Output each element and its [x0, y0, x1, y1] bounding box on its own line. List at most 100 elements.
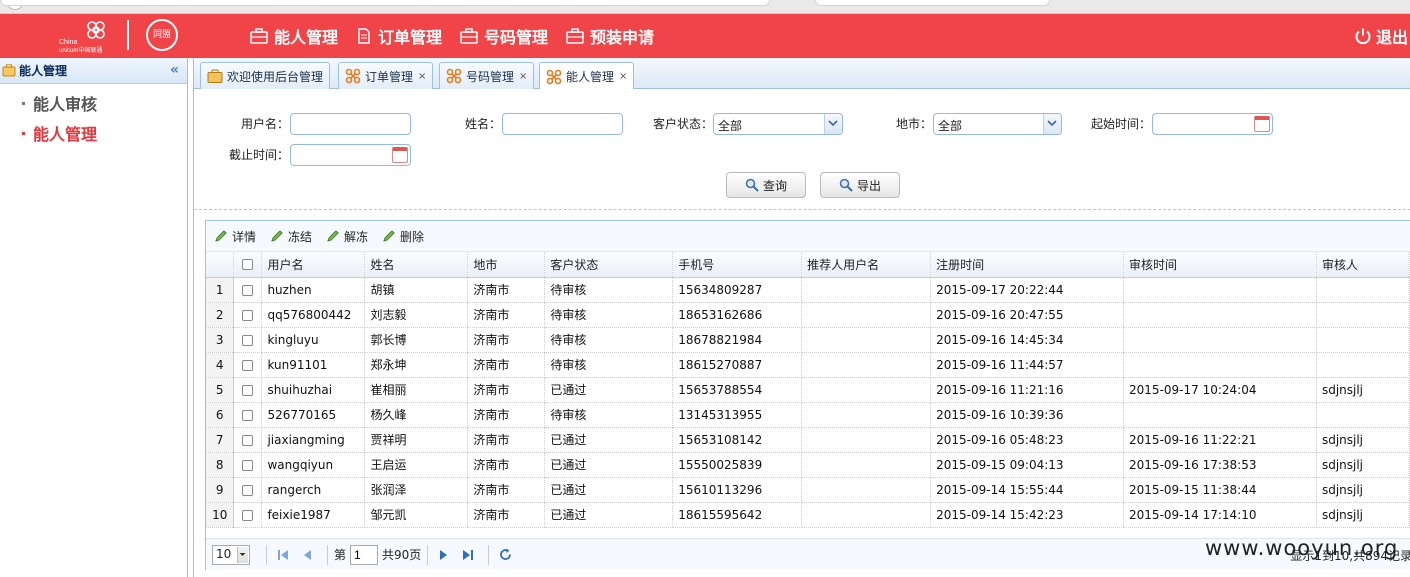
address-bar[interactable]	[0, 0, 770, 6]
table-row[interactable]: 5 shuihuzhai 崔相丽 济南市 已通过 15653788554 2015-09-1…	[206, 377, 1410, 403]
name-label: 姓名：	[465, 117, 502, 131]
table-cell: 济南市	[467, 277, 546, 303]
table-cell: 杨久峰	[364, 402, 469, 428]
collapse-icon[interactable]: «	[170, 62, 179, 78]
column-header[interactable]: 用户名	[261, 252, 366, 278]
table-row[interactable]: 3 kingluyu 郭长博 济南市 待审核 18678821984 2015-09-16 …	[206, 327, 1410, 353]
briefcase-icon	[2, 64, 16, 77]
refresh-button[interactable]	[495, 545, 515, 565]
nav-item-talent[interactable]: 能人管理	[250, 14, 338, 58]
export-button[interactable]: 导出	[820, 172, 900, 198]
delete-button[interactable]: 删除	[382, 228, 424, 245]
export-button-label: 导出	[856, 178, 881, 193]
detail-label: 详情	[232, 229, 257, 244]
start-time-input[interactable]	[1152, 113, 1273, 135]
table-row[interactable]: 1 huzhen 胡镇 济南市 待审核 15634809287 2015-09-17 20:…	[206, 277, 1410, 303]
row-checkbox[interactable]	[233, 277, 263, 303]
tab-welcome[interactable]: 欢迎使用后台管理	[200, 62, 331, 89]
calendar-icon[interactable]	[1254, 116, 1270, 132]
table-cell: 18615595642	[672, 502, 803, 528]
chevron-down-icon[interactable]	[237, 546, 248, 563]
start-time-label: 起始时间：	[1091, 117, 1152, 131]
table-row[interactable]: 6 526770165 杨久峰 济南市 待审核 13145313955 2015-09-16…	[206, 402, 1410, 428]
tab-talent-management[interactable]: 能人管理 ×	[539, 62, 635, 90]
name-input[interactable]	[502, 113, 623, 135]
table-cell	[1123, 302, 1317, 328]
column-header[interactable]: 地市	[467, 252, 546, 278]
row-number: 1	[206, 277, 235, 303]
search-bar[interactable]	[815, 0, 1050, 6]
pencil-icon	[271, 230, 283, 242]
table-cell: 待审核	[544, 402, 674, 428]
prev-page-icon	[304, 549, 311, 560]
unfreeze-button[interactable]: 解冻	[326, 228, 368, 245]
main-content: 欢迎使用后台管理 订单管理 × 号码管理 × 能人管理 × 用户名： 姓名： 客…	[193, 58, 1410, 577]
row-number: 2	[206, 302, 235, 328]
column-header[interactable]: 推荐人用户名	[801, 252, 932, 278]
table-row[interactable]: 7 jiaxiangming 贾祥明 济南市 已通过 15653108142 2015-09…	[206, 427, 1410, 453]
end-time-input[interactable]	[290, 144, 411, 166]
tab-bar: 欢迎使用后台管理 订单管理 × 号码管理 × 能人管理 ×	[194, 58, 1410, 90]
nav-item-orders[interactable]: 订单管理	[356, 14, 442, 58]
row-checkbox[interactable]	[233, 402, 263, 428]
calendar-icon[interactable]	[392, 147, 408, 163]
username-input[interactable]	[290, 113, 411, 135]
close-icon[interactable]: ×	[619, 71, 627, 82]
row-checkbox[interactable]	[233, 477, 263, 503]
table-cell: 2015-09-16 05:48:23	[930, 427, 1125, 453]
table-row[interactable]: 9 rangerch 张润泽 济南市 已通过 15610113296 2015-09-14 …	[206, 477, 1410, 503]
select-all-checkbox[interactable]	[233, 252, 263, 278]
first-page-button[interactable]	[273, 545, 293, 565]
column-header[interactable]: 手机号	[672, 252, 803, 278]
table-row[interactable]: 8 wangqiyun 王启运 济南市 已通过 15550025839 2015-09-15…	[206, 452, 1410, 478]
table-cell	[1316, 302, 1410, 328]
detail-button[interactable]: 详情	[214, 228, 256, 245]
column-header[interactable]: 审核时间	[1123, 252, 1317, 278]
table-cell: sdjnsjlj	[1316, 502, 1410, 528]
briefcase-icon	[250, 28, 268, 44]
sidebar-item-talent-review[interactable]: 能人审核	[0, 88, 187, 118]
close-icon[interactable]: ×	[519, 71, 527, 82]
column-header[interactable]: 注册时间	[930, 252, 1125, 278]
table-cell	[1123, 327, 1317, 353]
table-row[interactable]: 2 qq576800442 刘志毅 济南市 待审核 18653162686 2015-09-…	[206, 302, 1410, 328]
column-header[interactable]: 审核人	[1316, 252, 1410, 278]
search-button[interactable]: 查询	[726, 172, 806, 198]
status-select[interactable]: 全部	[713, 113, 843, 135]
search-form: 用户名： 姓名： 客户状态： 全部 地市： 全部 起始时间： 截止时间： 查询 …	[194, 89, 1410, 209]
row-checkbox[interactable]	[233, 502, 263, 528]
logout-label: 退出	[1375, 28, 1408, 47]
logout-button[interactable]: 退出	[1354, 14, 1408, 58]
prev-page-button[interactable]	[297, 545, 317, 565]
row-checkbox[interactable]	[233, 452, 263, 478]
column-header[interactable]: 姓名	[364, 252, 469, 278]
chevron-down-icon[interactable]	[824, 114, 842, 134]
row-checkbox[interactable]	[233, 327, 263, 353]
sidebar-item-talent-management[interactable]: 能人管理	[0, 118, 187, 148]
table-cell: 2015-09-16 11:22:21	[1123, 427, 1317, 453]
table-row[interactable]: 10 feixie1987 邹元凯 济南市 已通过 18615595642 2015-09-…	[206, 502, 1410, 528]
close-icon[interactable]: ×	[418, 71, 426, 82]
table-cell: huzhen	[261, 277, 366, 303]
chevron-down-icon[interactable]	[1043, 114, 1061, 134]
freeze-button[interactable]: 冻结	[270, 228, 312, 245]
page-number-input[interactable]	[350, 544, 379, 565]
page-prefix: 第	[334, 548, 347, 562]
page-size-select[interactable]: 10	[212, 544, 250, 565]
row-checkbox[interactable]	[233, 302, 263, 328]
city-select[interactable]: 全部	[933, 113, 1062, 135]
row-checkbox[interactable]	[233, 427, 263, 453]
column-header[interactable]: 客户状态	[544, 252, 674, 278]
table-row[interactable]: 4 kun91101 郑永坤 济南市 待审核 18615270887 2015-09-16 …	[206, 352, 1410, 378]
nav-item-preinstall[interactable]: 预装申请	[566, 14, 654, 58]
tab-orders[interactable]: 订单管理 ×	[338, 62, 434, 89]
status-value: 全部	[718, 119, 743, 133]
row-checkbox[interactable]	[233, 352, 263, 378]
tab-numbers[interactable]: 号码管理 ×	[439, 62, 535, 89]
last-page-button[interactable]	[458, 545, 478, 565]
table-cell: rangerch	[261, 477, 366, 503]
row-checkbox[interactable]	[233, 377, 263, 403]
next-page-button[interactable]	[434, 545, 454, 565]
nav-item-numbers[interactable]: 号码管理	[460, 14, 548, 58]
row-number-header	[206, 252, 235, 278]
